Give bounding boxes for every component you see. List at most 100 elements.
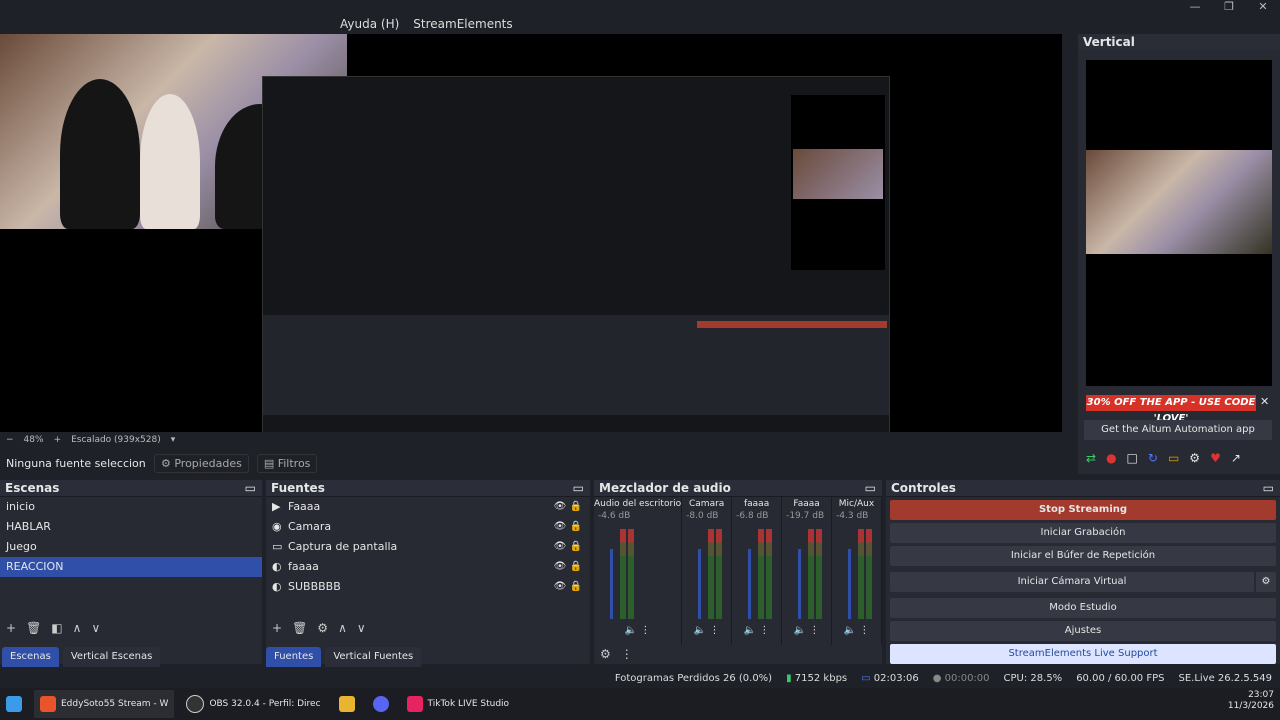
undock-icon[interactable]: ▭ [573, 480, 584, 496]
vertical-preview[interactable] [1086, 60, 1272, 386]
channel-db: -8.0 dB [686, 511, 719, 521]
visibility-lock-icon[interactable]: 👁 🔒 [554, 517, 582, 537]
zoom-out-icon[interactable]: − [6, 435, 14, 445]
scene-item[interactable]: Juego [0, 537, 262, 557]
taskbar-item-brave[interactable]: EddySoto55 Stream - W [34, 690, 175, 718]
volume-slider[interactable] [798, 549, 802, 619]
stop-streaming-button[interactable]: Stop Streaming [890, 500, 1276, 520]
undock-icon[interactable]: ▭ [1263, 480, 1274, 496]
menu-icon[interactable]: ⋮ [621, 647, 633, 661]
menu-icon[interactable]: ⋮ [809, 625, 819, 636]
source-item[interactable]: ▭ Captura de pantalla 👁 🔒 [266, 537, 590, 557]
channel-db: -4.6 dB [598, 511, 631, 521]
scene-item[interactable]: REACCION [0, 557, 262, 577]
start-recording-button[interactable]: Iniciar Grabación [890, 523, 1276, 543]
tab-scenes[interactable]: Escenas [2, 647, 59, 667]
close-icon[interactable]: ✕ [1246, 0, 1280, 14]
windows-start-icon[interactable] [0, 690, 28, 718]
virtual-camera-button[interactable]: Iniciar Cámara Virtual [890, 572, 1254, 592]
undock-icon[interactable]: ▭ [865, 480, 876, 496]
clock[interactable]: 23:07 11/3/2026 [1222, 690, 1280, 718]
menu-icon[interactable]: ⋮ [640, 625, 650, 636]
record-icon[interactable]: ● [1106, 451, 1116, 465]
channel-name: Audio del escritorio [594, 499, 682, 509]
scene-item[interactable]: HABLAR [0, 517, 262, 537]
heart-icon[interactable]: ♥ [1210, 451, 1221, 465]
source-item[interactable]: ◐ SUBBBBB 👁 🔒 [266, 577, 590, 597]
source-item[interactable]: ▶ Faaaa 👁 🔒 [266, 497, 590, 517]
speaker-icon[interactable]: 🔈 [794, 625, 806, 636]
source-item[interactable]: ◐ faaaa 👁 🔒 [266, 557, 590, 577]
automation-button[interactable]: Get the Aitum Automation app [1084, 420, 1272, 440]
minimize-icon[interactable]: — [1178, 0, 1212, 14]
tab-vertical-sources[interactable]: Vertical Fuentes [325, 647, 422, 667]
volume-slider[interactable] [748, 549, 752, 619]
square-icon[interactable]: □ [1127, 451, 1138, 465]
speaker-icon[interactable]: 🔈 [844, 625, 856, 636]
properties-button[interactable]: ⚙ Propiedades [154, 453, 249, 473]
scene-item[interactable]: inicio [0, 497, 262, 517]
down-icon[interactable]: ∨ [357, 621, 366, 635]
gear-icon[interactable]: ⚙ [1189, 451, 1200, 465]
discord-icon[interactable] [367, 690, 395, 718]
trash-icon[interactable]: 🗑 [26, 621, 41, 635]
menu-icon[interactable]: ⋮ [859, 625, 869, 636]
source-name: faaaa [288, 560, 319, 573]
promo-banner[interactable]: 30% OFF THE APP - USE CODE 'LOVE' [1086, 395, 1256, 424]
status-bar: Fotogramas Perdidos 26 (0.0%) ▮ 7152 kbp… [0, 668, 1280, 688]
main-preview[interactable] [0, 34, 1062, 432]
menu-help[interactable]: Ayuda (H) [340, 17, 399, 31]
gear-icon[interactable]: ⚙ [317, 621, 328, 635]
up-icon[interactable]: ∧ [73, 621, 82, 635]
speaker-icon[interactable]: 🔈 [694, 625, 706, 636]
visibility-lock-icon[interactable]: 👁 🔒 [554, 537, 582, 557]
folder-icon[interactable]: ▭ [1168, 451, 1179, 465]
speaker-icon[interactable]: 🔈 [625, 625, 637, 636]
mixer-channel: Camara -8.0 dB 🔈 ⋮ [682, 497, 733, 645]
filter-icon[interactable]: ◧ [51, 621, 62, 635]
level-meter [620, 529, 626, 619]
volume-slider[interactable] [610, 549, 613, 619]
visibility-lock-icon[interactable]: 👁 🔒 [554, 497, 582, 517]
version: SE.Live 26.2.5.549 [1178, 672, 1272, 684]
replay-buffer-button[interactable]: Iniciar el Búfer de Repetición [890, 546, 1276, 566]
taskbar-item-obs[interactable]: OBS 32.0.4 - Perfil: Direc [180, 690, 326, 718]
source-item[interactable]: ◉ Camara 👁 🔒 [266, 517, 590, 537]
undock-icon[interactable]: ↗ [1231, 451, 1241, 465]
link-icon[interactable]: ⇄ [1086, 451, 1096, 465]
volume-slider[interactable] [698, 549, 702, 619]
maximize-icon[interactable]: ❐ [1212, 0, 1246, 14]
trash-icon[interactable]: 🗑 [292, 621, 307, 635]
undock-icon[interactable]: ▭ [245, 480, 256, 496]
volume-slider[interactable] [848, 549, 852, 619]
live-support-button[interactable]: StreamElements Live Support [890, 644, 1276, 664]
visibility-lock-icon[interactable]: 👁 🔒 [554, 577, 582, 597]
visibility-lock-icon[interactable]: 👁 🔒 [554, 557, 582, 577]
settings-button[interactable]: Ajustes [890, 621, 1276, 641]
source-name: Captura de pantalla [288, 540, 398, 553]
add-icon[interactable]: + [272, 621, 282, 635]
menu-streamelements[interactable]: StreamElements [413, 17, 512, 31]
down-icon[interactable]: ∨ [91, 621, 100, 635]
taskbar-item-tiktok[interactable]: TikTok LIVE Studio [401, 690, 516, 718]
menu-icon[interactable]: ⋮ [709, 625, 719, 636]
gear-icon[interactable]: ⚙ [1256, 572, 1276, 592]
tab-sources[interactable]: Fuentes [266, 647, 322, 667]
source-name: Camara [288, 520, 332, 533]
gear-icon[interactable]: ⚙ [600, 647, 611, 661]
add-icon[interactable]: + [6, 621, 16, 635]
filters-button[interactable]: ▤ Filtros [256, 453, 318, 473]
up-icon[interactable]: ∧ [338, 621, 347, 635]
dropped-frames: Fotogramas Perdidos 26 (0.0%) [614, 672, 773, 684]
folder-icon[interactable] [333, 690, 361, 718]
refresh-icon[interactable]: ↻ [1148, 451, 1158, 465]
studio-mode-button[interactable]: Modo Estudio [890, 598, 1276, 618]
menu-icon[interactable]: ⋮ [759, 625, 769, 636]
zoom-in-icon[interactable]: + [54, 435, 62, 445]
source-list: ▶ Faaaa 👁 🔒 ◉ Camara 👁 🔒 ▭ Captura de pantalla 👁… [266, 497, 590, 619]
level-meter [816, 529, 823, 619]
chevron-down-icon[interactable]: ▾ [171, 435, 176, 445]
tab-vertical-scenes[interactable]: Vertical Escenas [62, 647, 161, 667]
speaker-icon[interactable]: 🔈 [744, 625, 756, 636]
close-icon[interactable]: ✕ [1260, 395, 1269, 408]
